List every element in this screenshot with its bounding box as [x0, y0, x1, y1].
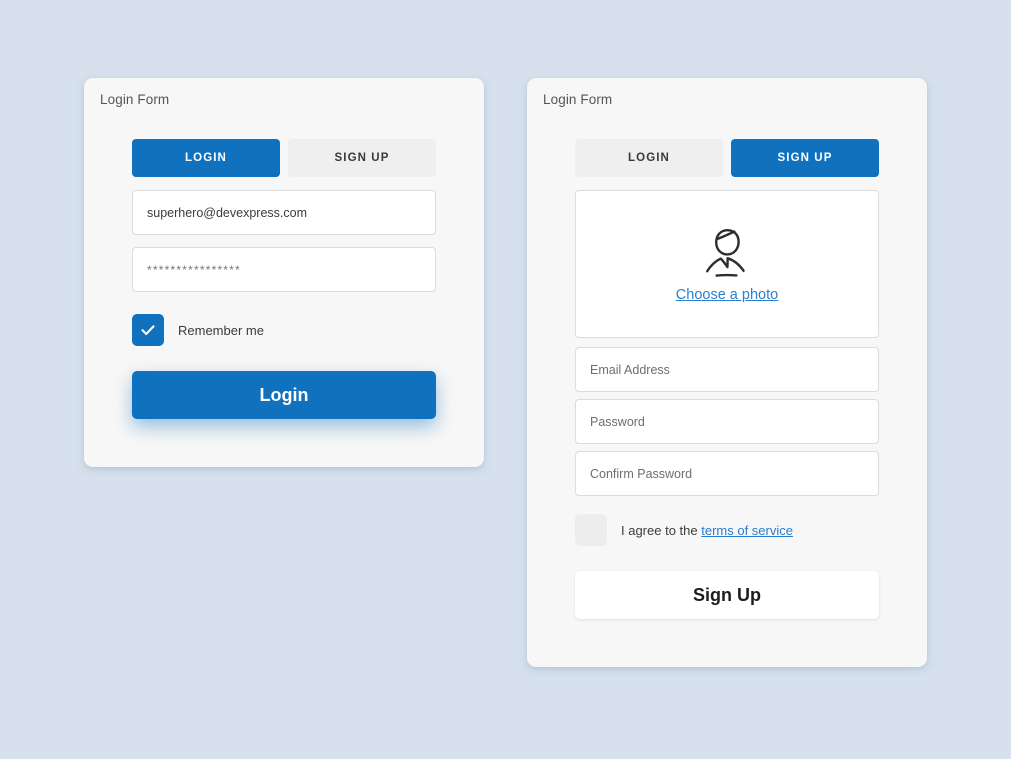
photo-upload-box[interactable]: Choose a photo	[575, 190, 879, 338]
signup-card-tab-row: LOGIN SIGN UP	[575, 139, 879, 177]
remember-me-label: Remember me	[178, 322, 264, 338]
login-card-tab-row: LOGIN SIGN UP	[132, 139, 436, 177]
tab-signup[interactable]: SIGN UP	[731, 139, 879, 177]
email-input[interactable]	[575, 347, 879, 392]
signup-submit-button[interactable]: Sign Up	[575, 571, 879, 619]
tab-login[interactable]: LOGIN	[575, 139, 723, 177]
remember-me-checkbox[interactable]	[132, 314, 164, 346]
login-card-title: Login Form	[100, 92, 170, 107]
confirm-password-input[interactable]	[575, 451, 879, 496]
terms-text-prefix: I agree to the	[621, 522, 702, 538]
login-form-card: Login Form LOGIN SIGN UP Remember me Log…	[84, 78, 484, 467]
terms-label: I agree to the terms of service	[621, 523, 793, 538]
terms-of-service-link[interactable]: terms of service	[701, 523, 793, 538]
choose-photo-link[interactable]: Choose a photo	[676, 287, 778, 303]
tab-login[interactable]: LOGIN	[132, 139, 280, 177]
password-input[interactable]	[132, 247, 436, 292]
email-input[interactable]	[132, 190, 436, 235]
signup-form-card: Login Form LOGIN SIGN UP Choose a photo …	[527, 78, 927, 667]
signup-card-title: Login Form	[543, 92, 613, 107]
terms-checkbox[interactable]	[575, 514, 607, 546]
person-avatar-icon	[706, 229, 745, 277]
tab-signup[interactable]: SIGN UP	[288, 139, 436, 177]
checkmark-icon	[141, 325, 155, 336]
remember-me-row[interactable]: Remember me	[132, 314, 264, 346]
terms-agreement-row[interactable]: I agree to the terms of service	[575, 514, 793, 546]
password-input[interactable]	[575, 399, 879, 444]
login-submit-button[interactable]: Login	[132, 371, 436, 419]
